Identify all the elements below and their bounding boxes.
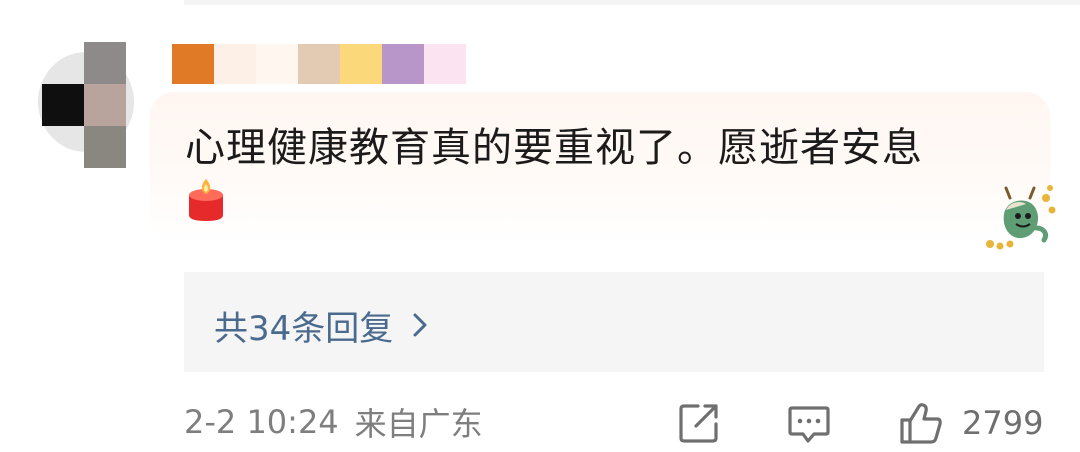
top-divider xyxy=(184,0,1080,5)
replies-label: 共34条回复 xyxy=(214,308,394,349)
share-icon[interactable] xyxy=(676,400,722,446)
avatar-pixel xyxy=(84,84,126,126)
avatar[interactable] xyxy=(38,42,138,172)
username-pixel xyxy=(340,44,382,84)
username-pixel xyxy=(298,44,340,84)
comment-icon[interactable] xyxy=(786,400,832,446)
avatar-pixel xyxy=(42,84,84,126)
username-pixel xyxy=(214,44,256,84)
like-count: 2799 xyxy=(962,404,1044,442)
comment-meta: 2-2 10:24 来自广东 xyxy=(184,400,483,444)
avatar-pixel xyxy=(84,42,126,84)
username-pixel xyxy=(256,44,298,84)
candle-icon xyxy=(189,179,223,221)
username-pixel xyxy=(172,44,214,84)
comment-time: 2-2 10:24 xyxy=(184,403,339,441)
username-pixel xyxy=(424,44,466,84)
dragon-mascot-icon xyxy=(986,185,1056,250)
username-pixel xyxy=(382,44,424,84)
view-replies-link[interactable]: 共34条回复 xyxy=(214,300,429,350)
thumbs-up-icon[interactable] xyxy=(898,400,944,446)
chevron-right-icon xyxy=(413,313,427,337)
avatar-pixel xyxy=(84,126,126,168)
username[interactable] xyxy=(172,44,466,84)
comment-text: 心理健康教育真的要重视了。愿逝者安息 xyxy=(185,125,923,171)
comment-location: 来自广东 xyxy=(354,405,483,443)
